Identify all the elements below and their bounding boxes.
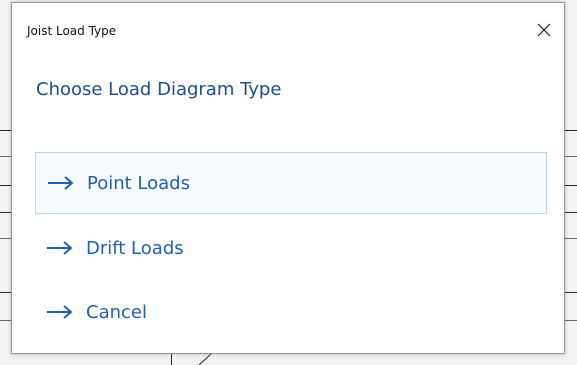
background-line [565, 130, 577, 131]
arrow-right-icon [46, 304, 74, 320]
background-line [0, 156, 11, 157]
background-line [0, 238, 11, 239]
background-line [0, 292, 11, 293]
joist-load-type-dialog: Joist Load Type Choose Load Diagram Type… [11, 2, 565, 354]
option-drift-loads[interactable]: Drift Loads [35, 217, 547, 279]
close-icon [537, 23, 551, 37]
background-line [0, 185, 11, 186]
dialog-title: Joist Load Type [27, 24, 117, 38]
option-cancel[interactable]: Cancel [35, 281, 547, 343]
background-line [0, 320, 11, 321]
background-line [171, 354, 172, 365]
option-label: Drift Loads [86, 237, 184, 259]
background-line [0, 212, 11, 213]
arrow-right-icon [46, 240, 74, 256]
arrow-right-icon [47, 175, 75, 191]
dialog-titlebar: Joist Load Type [12, 3, 564, 43]
option-label: Point Loads [87, 172, 190, 194]
background-line [565, 212, 577, 213]
background-line [565, 292, 577, 293]
background-line [565, 156, 577, 157]
background-line [198, 354, 212, 365]
background-line [565, 320, 577, 321]
background-line [565, 238, 577, 239]
background-line [565, 185, 577, 186]
option-point-loads[interactable]: Point Loads [35, 152, 547, 214]
option-label: Cancel [86, 301, 147, 323]
close-button[interactable] [530, 17, 558, 43]
dialog-heading: Choose Load Diagram Type [36, 79, 282, 100]
background-line [0, 130, 11, 131]
